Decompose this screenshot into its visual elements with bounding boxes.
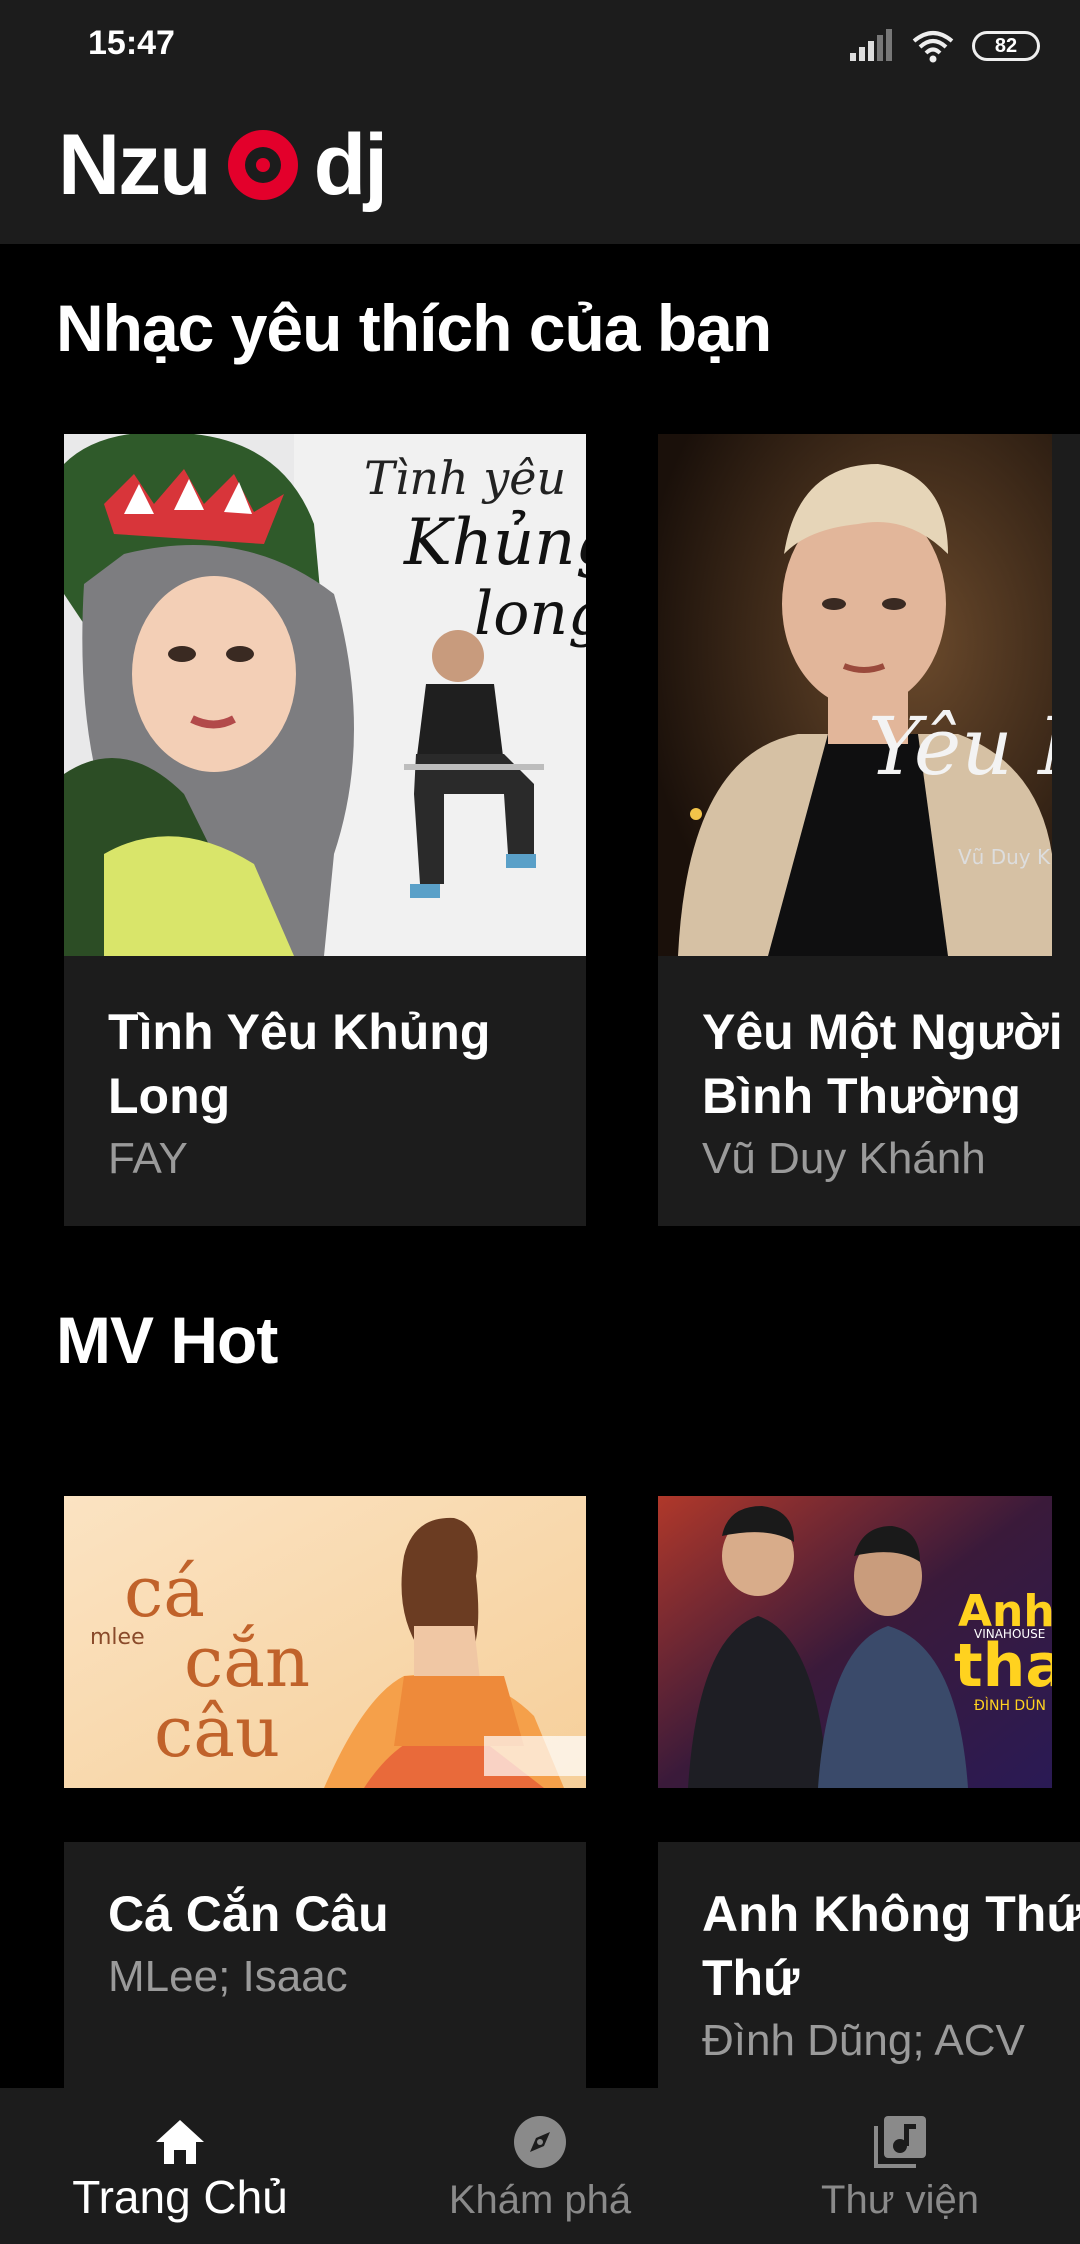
wifi-icon: [912, 31, 954, 63]
battery-icon: 82: [972, 31, 1040, 61]
mv-card-info: Cá Cắn Câu MLee; Isaac: [64, 1842, 586, 2088]
cover-text: Khủng: [403, 506, 586, 580]
song-artist: FAY: [108, 1134, 188, 1183]
nav-label-home: Trang Chủ: [72, 2171, 288, 2223]
mv-card[interactable]: cá cắn câu mlee Cá Cắn Câu MLee; Isaac: [64, 1496, 586, 2088]
nav-item-explore[interactable]: Khám phá: [360, 2088, 720, 2244]
status-bar: 15:47 82: [0, 0, 1080, 90]
cover-text: VINAHOUSE: [974, 1627, 1045, 1641]
cover-text: Yêu M: [868, 700, 1052, 793]
album-cover: Tình yêu Khủng long: [64, 434, 586, 956]
song-title: Yêu Một Người Bình Thường: [702, 1004, 1063, 1124]
album-cover: Yêu M Vũ Duy K: [658, 434, 1052, 956]
cover-text: tha: [954, 1631, 1052, 1701]
logo-text-right: dj: [313, 116, 388, 213]
nav-item-home[interactable]: Trang Chủ: [0, 2088, 360, 2244]
nav-label-library: Thư viện: [821, 2178, 979, 2222]
favorites-section-title: Nhạc yêu thích của bạn: [56, 291, 772, 365]
signal-icon: [850, 29, 894, 63]
mv-artist: MLee; Isaac: [108, 1952, 348, 2001]
favorite-song-card[interactable]: Yêu M Vũ Duy K Yêu Một Người Bình Thường…: [658, 434, 1080, 1226]
mv-title: Cá Cắn Câu: [108, 1886, 389, 1942]
record-disc-icon: [227, 130, 298, 200]
song-artist: Vũ Duy Khánh: [702, 1134, 986, 1183]
app-bar: Nzu dj: [0, 90, 1080, 244]
nav-label-explore: Khám phá: [448, 2178, 632, 2222]
cover-text: câu: [154, 1691, 280, 1773]
mv-thumbnail: cá cắn câu mlee: [64, 1496, 586, 1788]
favorite-song-card[interactable]: Tình yêu Khủng long Tình Yêu Khủng Long …: [64, 434, 586, 1226]
mv-artist: Đình Dũng; ACV: [702, 2016, 1025, 2065]
mv-title: Anh Không Thứ Thứ: [702, 1886, 1080, 2006]
mv-card-info: Anh Không Thứ Thứ Đình Dũng; ACV: [658, 1842, 1080, 2088]
mv-hot-section-title: MV Hot: [56, 1303, 278, 1377]
status-icons: 82: [850, 26, 1040, 66]
song-title: Tình Yêu Khủng Long: [108, 1004, 491, 1124]
bottom-navigation: Trang Chủ Khám phá Thư viện: [0, 2088, 1080, 2244]
music-library-icon: [874, 2116, 926, 2168]
cover-text: mlee: [90, 1625, 145, 1650]
status-time: 15:47: [88, 24, 175, 62]
nav-item-library[interactable]: Thư viện: [720, 2088, 1080, 2244]
cover-text: Vũ Duy K: [958, 845, 1051, 869]
mv-card[interactable]: Anh K tha VINAHOUSE ĐÌNH DŨN Anh Không T…: [658, 1496, 1080, 2088]
cover-text: ĐÌNH DŨN: [974, 1697, 1046, 1714]
home-icon: [156, 2120, 204, 2164]
mv-thumbnail: Anh K tha VINAHOUSE ĐÌNH DŨN: [658, 1496, 1052, 1788]
app-logo[interactable]: Nzu dj: [58, 117, 388, 213]
compass-icon: [514, 2116, 566, 2168]
app-screen: 15:47 82 Nzu dj Nhạc yêu thích của bạn T…: [0, 0, 1080, 2244]
logo-text-left: Nzu: [58, 116, 212, 213]
battery-level: 82: [994, 34, 1018, 57]
cover-text: long: [474, 579, 586, 649]
cover-text: Tình yêu: [364, 451, 566, 505]
